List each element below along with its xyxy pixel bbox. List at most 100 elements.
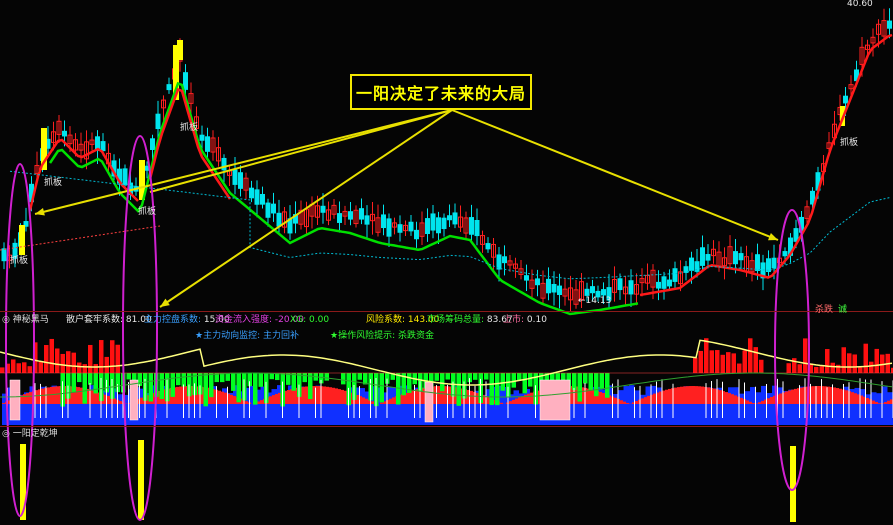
panel1-red-bar: [326, 386, 329, 404]
price-high-label: 40.60: [847, 0, 873, 9]
panel1-red-bar: [665, 389, 668, 404]
panel1-red-bar: [644, 397, 647, 404]
panel1-red-bar: [77, 387, 80, 404]
panel1-red-bar: [635, 401, 638, 404]
candle-body: [238, 172, 243, 189]
panel1-green-bar: [434, 373, 439, 381]
panel1-red-top-bar: [874, 348, 879, 373]
highlight-candle: [177, 40, 183, 60]
candle-body: [1, 248, 7, 262]
panel1-red-bar: [740, 397, 743, 404]
panel1-blue-bar: [871, 392, 877, 425]
panel1-green-bar: [302, 373, 307, 383]
panel1-red-top-bar: [731, 353, 736, 373]
panel1-red-bar: [812, 386, 815, 404]
panel1-blue-bar: [359, 388, 365, 425]
panel1-green-bar: [225, 373, 230, 381]
panel1-blue-bar: [618, 390, 624, 425]
panel1-red-bar: [332, 387, 335, 404]
panel1-red-bar: [734, 395, 737, 404]
panel1-red-top-bar: [11, 359, 16, 373]
param-6: 市场筹码总量: 83.67: [427, 315, 513, 325]
candle-body: [183, 72, 188, 90]
right-tag-1: 杀跌: [815, 305, 834, 315]
candle-body: [546, 278, 551, 294]
panel1-blue-bar: [755, 392, 761, 425]
panel1-red-top-bar: [759, 359, 764, 373]
panel1-red-bar: [362, 397, 365, 404]
arrow-mid-head: [160, 298, 170, 307]
panel1-red-bar: [47, 387, 50, 404]
candle-body: [551, 284, 557, 293]
panel1-red-bar: [521, 396, 524, 404]
panel1-red-bar: [872, 400, 875, 404]
panel1-green-bar: [577, 373, 582, 402]
arrow-right-head: [768, 232, 778, 241]
panel1-blue-bar: [651, 385, 657, 425]
panel1-red-bar: [365, 398, 368, 404]
panel1-blue-bar: [634, 390, 640, 425]
candle-body: [359, 208, 364, 220]
candle-body: [425, 218, 430, 235]
panel1-red-top-bar: [726, 352, 731, 373]
candle-body: [254, 189, 260, 205]
panel1-green-bar: [231, 373, 236, 391]
candle-body: [766, 258, 771, 273]
highlight-candle: [19, 225, 25, 255]
panel1-red-bar: [713, 388, 716, 404]
panel1-red-bar: [752, 403, 755, 404]
panel1-green-bar: [484, 373, 489, 380]
panel1-red-top-bar: [748, 338, 753, 373]
candle-body: [436, 217, 441, 234]
panel1-red-top-bar: [16, 363, 21, 373]
panel1-red-bar: [626, 402, 629, 404]
panel1-red-bar: [845, 390, 848, 404]
panel1-red-top-bar: [38, 361, 43, 373]
panel1-title: ◎ 神秘黑马: [2, 315, 49, 325]
panel1-pink-block: [424, 381, 434, 423]
panel1-red-bar: [272, 395, 275, 404]
panel1-red-bar: [833, 387, 836, 404]
panel1-green-bar: [159, 373, 164, 400]
candle-body: [100, 141, 106, 152]
candle-body: [408, 221, 414, 232]
candle-body: [150, 138, 155, 150]
panel1-green-bar: [357, 373, 362, 380]
candle-body: [661, 276, 667, 289]
candle-body: [474, 219, 480, 237]
panel1-red-bar: [680, 386, 683, 404]
panel1-red-bar: [686, 386, 689, 404]
panel1-red-bar: [854, 393, 857, 404]
chart-window: 一阳决定了未来的大局 40.60 ←14.13 抓板 抓板 抓板 抓板 抓板 ◎…: [0, 0, 893, 525]
panel1-red-bar: [623, 401, 626, 404]
panel1-red-bar: [800, 387, 803, 404]
panel1-blue-bar: [750, 387, 756, 425]
panel1-red-bar: [119, 401, 122, 404]
panel1-red-top-bar: [77, 362, 82, 373]
panel1-red-bar: [275, 393, 278, 404]
panel1-red-bar: [470, 390, 473, 404]
panel1-red-bar: [323, 386, 326, 404]
panel1-red-top-bar: [847, 353, 852, 373]
panel1-blue-bar: [733, 387, 739, 425]
panel1-green-bar: [528, 373, 533, 387]
panel1-blue-bar: [623, 386, 629, 425]
arrow-right: [451, 109, 779, 241]
candle-body: [524, 275, 529, 281]
panel1-red-bar: [245, 401, 248, 404]
panel1-green-bar: [489, 373, 494, 406]
panel1-red-top-bar: [55, 348, 60, 373]
panel1-red-bar: [731, 394, 734, 404]
panel1-green-bar: [605, 373, 610, 398]
panel1-red-top-bar: [819, 366, 824, 373]
panel1-red-bar: [791, 389, 794, 404]
panel2-title: ◎ 一阳定乾坤: [2, 429, 58, 439]
panel1-red-top-bar: [786, 363, 791, 373]
panel1-green-bar: [176, 373, 181, 386]
panel1-blue-bar: [508, 394, 514, 425]
candle-body: [485, 243, 491, 250]
panel1-red-bar: [692, 386, 695, 404]
tag-3: 抓板: [138, 207, 157, 217]
panel1-red-bar: [293, 388, 296, 404]
candle-body: [755, 254, 760, 271]
